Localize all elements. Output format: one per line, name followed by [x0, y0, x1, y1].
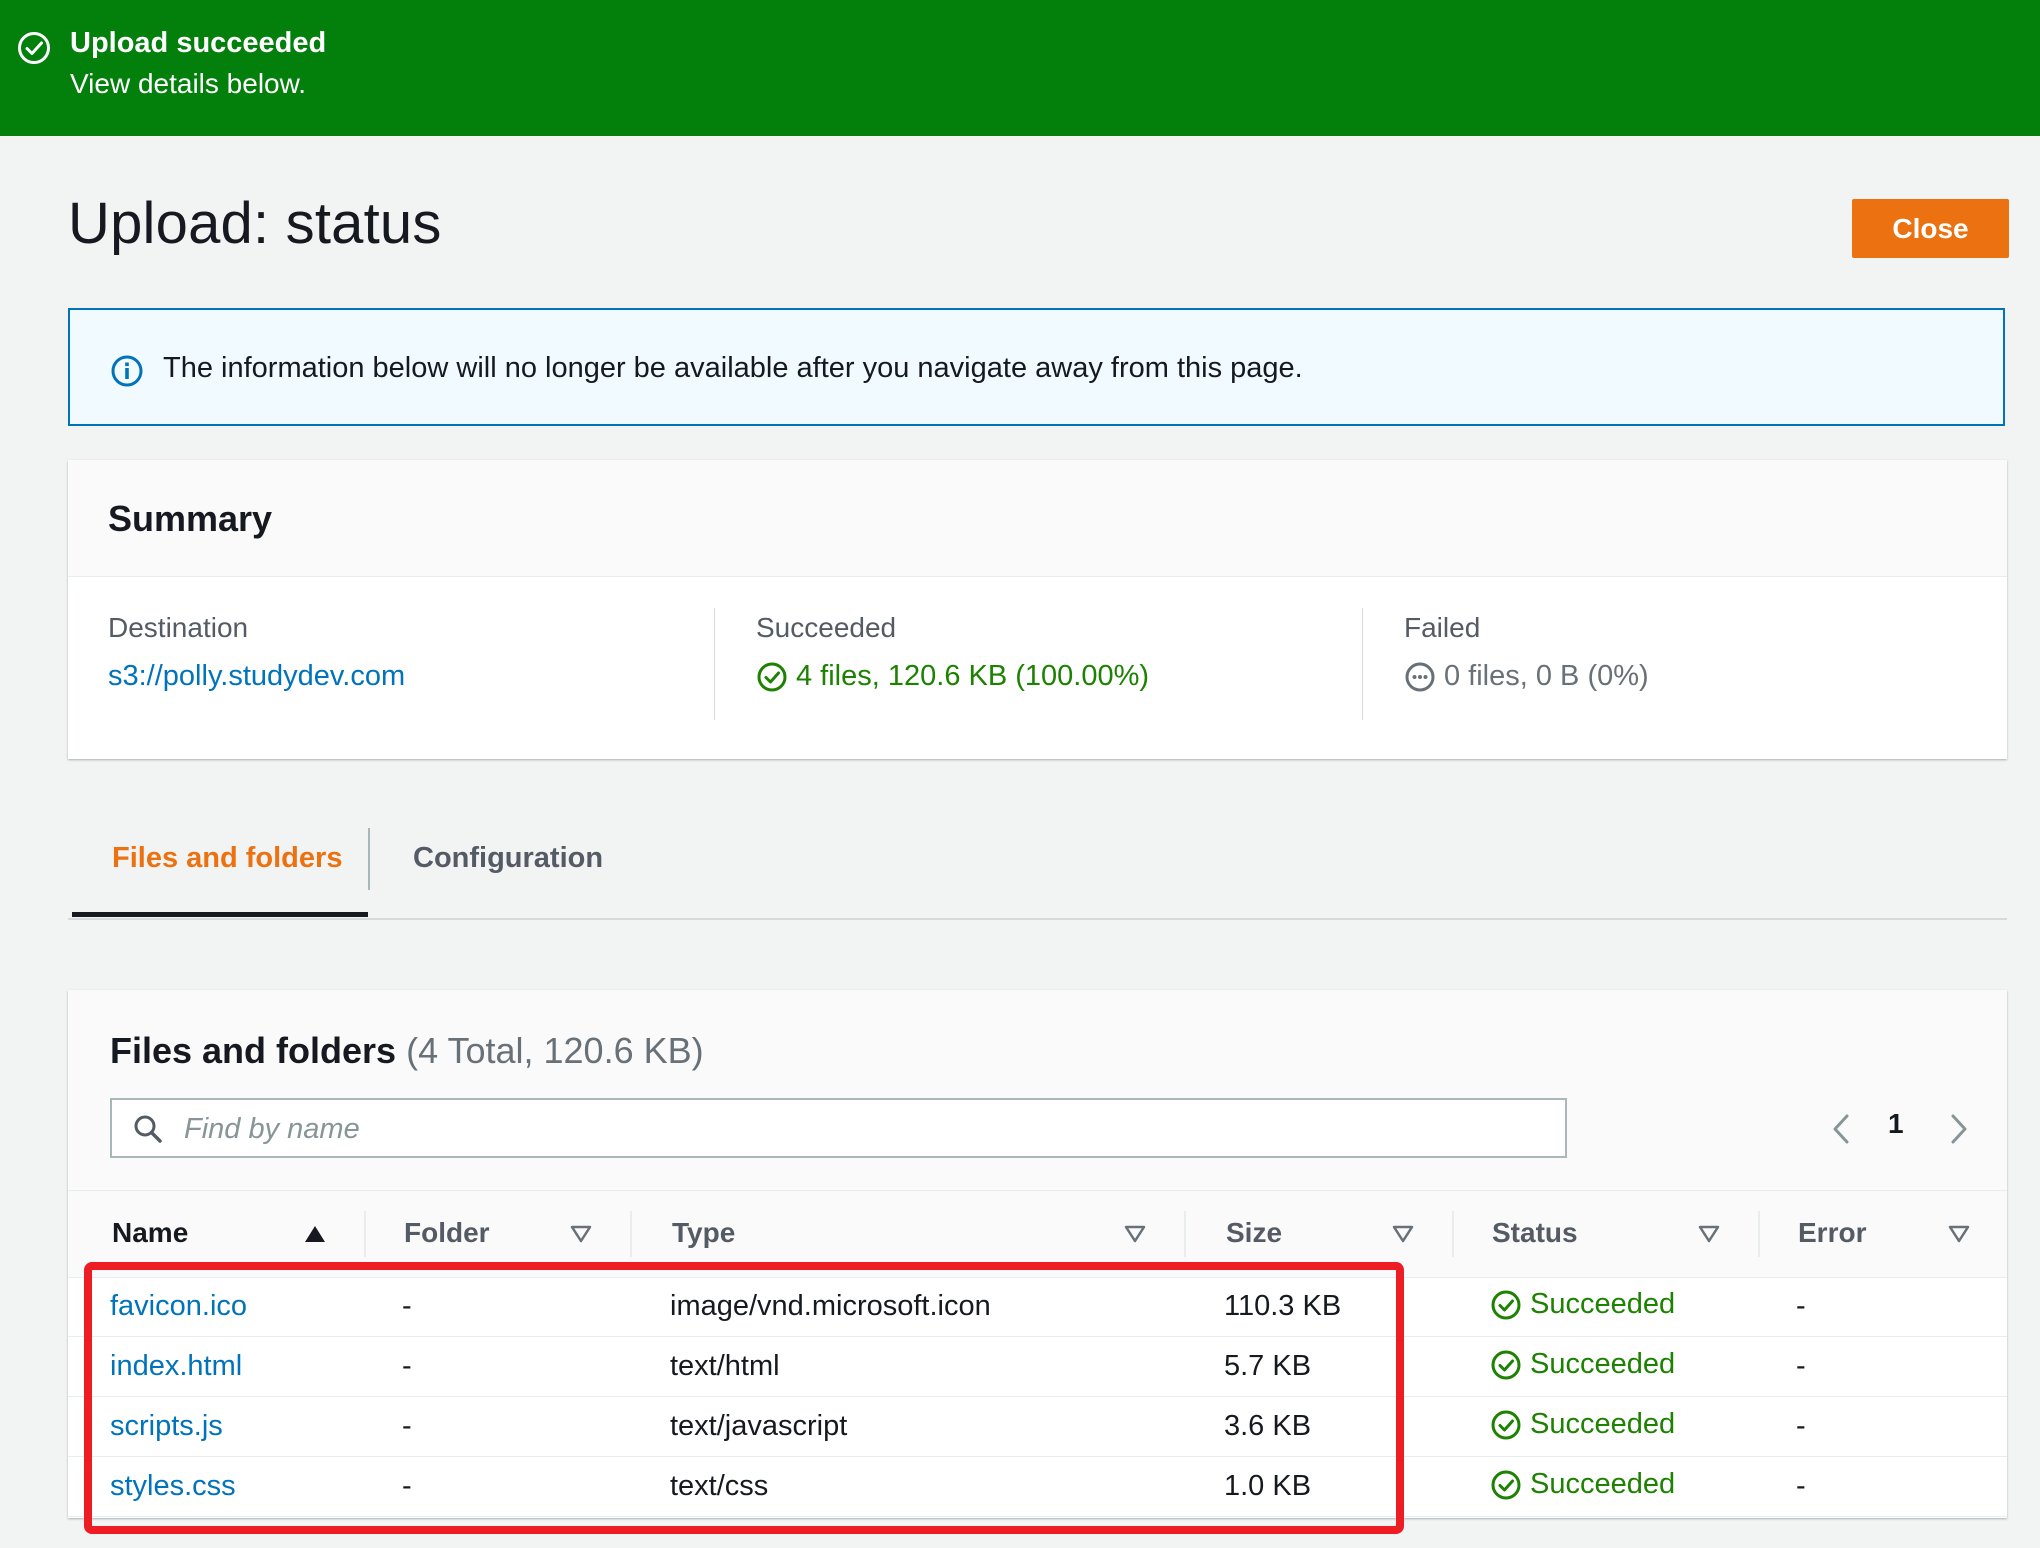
file-folder: - [402, 1470, 412, 1502]
check-circle-icon [1491, 1350, 1521, 1379]
check-circle-icon [757, 662, 787, 691]
chevron-right-icon[interactable] [1944, 1112, 1974, 1146]
failed-label: Failed [1404, 612, 1481, 643]
column-divider [630, 1211, 632, 1257]
column-divider [364, 1211, 366, 1257]
summary-panel: Summary Destination s3://polly.studydev.… [68, 460, 2007, 759]
check-circle-icon [1491, 1410, 1521, 1439]
table-row: styles.css - text/css 1.0 KB Succeeded - [68, 1456, 2007, 1517]
active-tab-indicator [72, 912, 368, 917]
succeeded-label: Succeeded [756, 612, 897, 643]
search-icon [134, 1115, 162, 1143]
summary-divider [1362, 608, 1363, 720]
summary-title: Summary [108, 498, 273, 539]
table-row: scripts.js - text/javascript 3.6 KB Succ… [68, 1396, 2007, 1457]
file-status: Succeeded [1490, 1348, 1675, 1381]
page-number[interactable]: 1 [1888, 1108, 1904, 1140]
search-box [110, 1098, 1567, 1158]
status-text: Succeeded [1530, 1468, 1676, 1500]
column-header-name[interactable]: Name [112, 1217, 188, 1249]
page-title: Upload: status [68, 191, 442, 256]
succeeded-text: 4 files, 120.6 KB (100.00%) [796, 660, 1150, 692]
failed-text: 0 files, 0 B (0%) [1444, 660, 1649, 692]
sort-icon[interactable] [1392, 1225, 1414, 1243]
status-text: Succeeded [1530, 1408, 1676, 1440]
file-name-link[interactable]: favicon.ico [110, 1290, 247, 1323]
file-size: 110.3 KB [1224, 1290, 1342, 1322]
table-row: favicon.ico - image/vnd.microsoft.icon 1… [68, 1276, 2007, 1337]
status-text: Succeeded [1530, 1288, 1676, 1320]
file-type: image/vnd.microsoft.icon [670, 1290, 991, 1322]
table-header: Name Folder Type Size Status Error [68, 1190, 2007, 1278]
file-size: 1.0 KB [1224, 1470, 1312, 1502]
file-error: - [1796, 1290, 1806, 1322]
summary-header: Summary [68, 460, 2007, 577]
info-icon [111, 355, 143, 387]
column-header-folder[interactable]: Folder [404, 1217, 490, 1249]
info-text: The information below will no longer be … [163, 352, 1303, 384]
pending-circle-icon [1405, 662, 1435, 691]
close-button[interactable]: Close [1852, 199, 2009, 258]
file-folder: - [402, 1290, 412, 1322]
column-header-size[interactable]: Size [1226, 1217, 1282, 1249]
files-panel-header: Files and folders (4 Total, 120.6 KB) 1 [68, 990, 2007, 1190]
file-size: 5.7 KB [1224, 1350, 1312, 1382]
check-circle-icon [18, 32, 50, 64]
tab-configuration[interactable]: Configuration [413, 842, 603, 875]
summary-divider [714, 608, 715, 720]
failed-value: 0 files, 0 B (0%) [1404, 660, 1649, 693]
info-alert: The information below will no longer be … [68, 308, 2005, 426]
column-divider [1184, 1211, 1186, 1257]
sort-icon[interactable] [1124, 1225, 1146, 1243]
success-flash-banner: Upload succeeded View details below. [0, 0, 2040, 136]
files-title-text: Files and folders [110, 1030, 397, 1071]
tab-bar: Files and folders Configuration [68, 808, 2007, 920]
check-circle-icon [1491, 1290, 1521, 1319]
succeeded-value: 4 files, 120.6 KB (100.00%) [756, 660, 1149, 693]
column-divider [1452, 1211, 1454, 1257]
status-text: Succeeded [1530, 1348, 1676, 1380]
column-header-error[interactable]: Error [1798, 1217, 1866, 1249]
file-status: Succeeded [1490, 1408, 1675, 1441]
column-header-status[interactable]: Status [1492, 1217, 1578, 1249]
file-folder: - [402, 1410, 412, 1442]
file-error: - [1796, 1410, 1806, 1442]
sort-icon[interactable] [1948, 1225, 1970, 1243]
chevron-left-icon[interactable] [1826, 1112, 1856, 1146]
file-error: - [1796, 1350, 1806, 1382]
files-title: Files and folders (4 Total, 120.6 KB) [110, 1030, 704, 1072]
sort-ascending-icon[interactable] [304, 1225, 326, 1243]
file-status: Succeeded [1490, 1468, 1675, 1501]
file-type: text/javascript [670, 1410, 848, 1442]
table-row: index.html - text/html 5.7 KB Succeeded … [68, 1336, 2007, 1397]
sort-icon[interactable] [570, 1225, 592, 1243]
file-folder: - [402, 1350, 412, 1382]
file-type: text/css [670, 1470, 769, 1502]
files-panel: Files and folders (4 Total, 120.6 KB) 1 … [68, 990, 2007, 1518]
file-name-link[interactable]: scripts.js [110, 1410, 223, 1443]
tab-files-and-folders[interactable]: Files and folders [112, 842, 342, 875]
column-divider [1758, 1211, 1760, 1257]
file-status: Succeeded [1490, 1288, 1675, 1321]
flash-title: Upload succeeded [70, 27, 327, 59]
search-input[interactable] [182, 1106, 1546, 1152]
file-name-link[interactable]: styles.css [110, 1470, 236, 1503]
tab-separator [368, 828, 370, 890]
flash-subtitle: View details below. [70, 68, 307, 99]
destination-label: Destination [108, 612, 249, 643]
file-name-link[interactable]: index.html [110, 1350, 242, 1383]
file-error: - [1796, 1470, 1806, 1502]
check-circle-icon [1491, 1470, 1521, 1499]
column-header-type[interactable]: Type [672, 1217, 735, 1249]
file-type: text/html [670, 1350, 780, 1382]
files-count: (4 Total, 120.6 KB) [406, 1030, 704, 1071]
destination-link[interactable]: s3://polly.studydev.com [108, 660, 405, 693]
sort-icon[interactable] [1698, 1225, 1720, 1243]
file-size: 3.6 KB [1224, 1410, 1312, 1442]
